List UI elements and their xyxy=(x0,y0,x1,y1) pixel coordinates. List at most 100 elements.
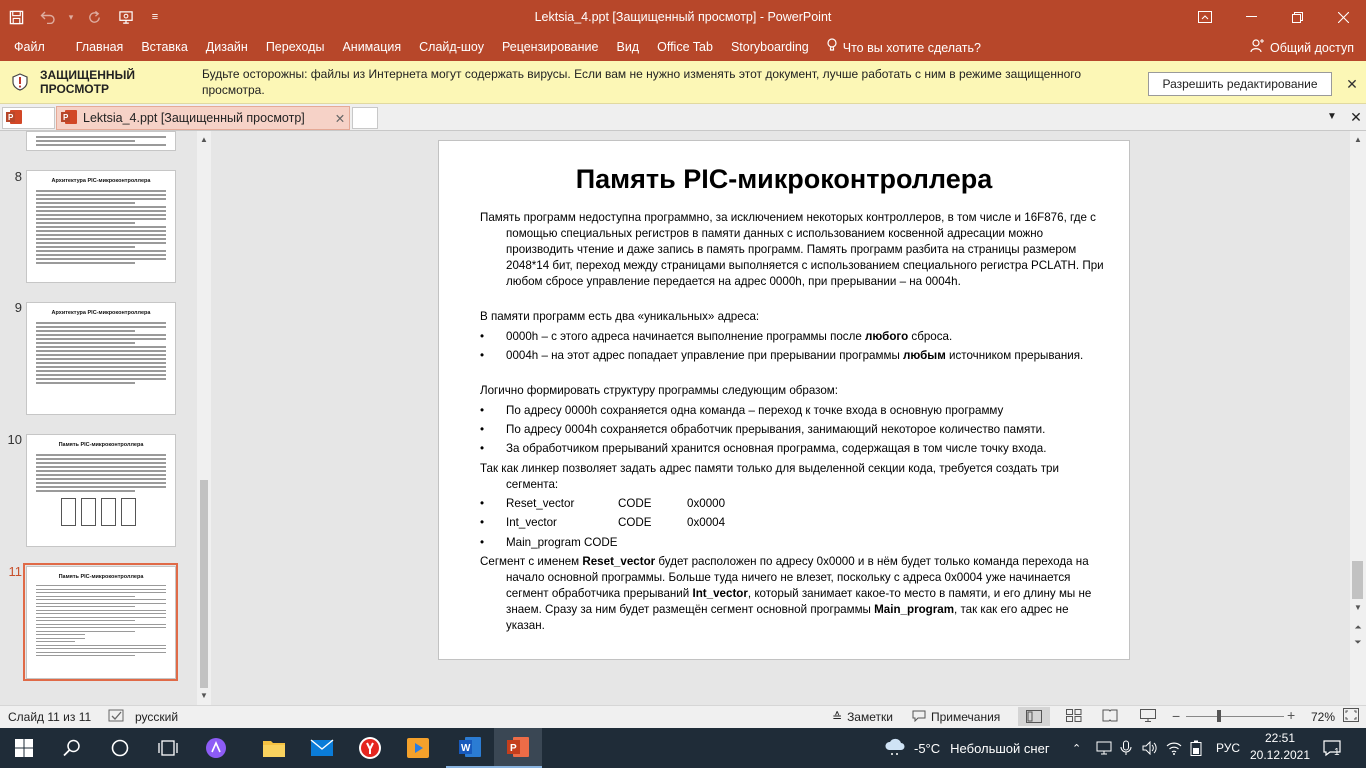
close-all-tabs-icon[interactable]: ✕ xyxy=(1346,107,1366,127)
tab-review[interactable]: Рецензирование xyxy=(493,34,608,61)
previous-slide-icon[interactable]: ⏶ xyxy=(1350,622,1366,633)
reading-view-icon[interactable] xyxy=(1102,709,1118,725)
tab-transitions[interactable]: Переходы xyxy=(257,34,334,61)
zoom-slider-track[interactable] xyxy=(1186,716,1284,717)
next-slide-icon[interactable]: ⏷ xyxy=(1350,637,1366,648)
tab-home[interactable]: Главная xyxy=(67,34,133,61)
tab-insert[interactable]: Вставка xyxy=(132,34,196,61)
slide-thumbnail-7[interactable] xyxy=(26,131,176,151)
restore-icon[interactable] xyxy=(1274,0,1320,34)
spellcheck-icon[interactable] xyxy=(108,708,126,727)
volume-icon[interactable] xyxy=(1142,728,1158,768)
thumbnail-scroll-thumb[interactable] xyxy=(200,480,208,688)
slide-scrollbar[interactable] xyxy=(1350,131,1366,705)
slide-segment-1: • Reset_vector CODE 0x0000 xyxy=(480,497,726,510)
yandex-browser-icon[interactable] xyxy=(346,728,394,768)
wifi-icon[interactable] xyxy=(1166,728,1182,768)
svg-text:P: P xyxy=(510,743,517,754)
tab-view[interactable]: Вид xyxy=(607,34,648,61)
task-view-icon[interactable] xyxy=(144,728,192,768)
clock-time: 22:51 xyxy=(1264,731,1296,745)
notification-count: 1 xyxy=(1334,746,1340,758)
doc-tab-active[interactable]: P Lektsia_4.ppt [Защищенный просмотр] ✕ xyxy=(56,106,350,130)
powerpoint-file-icon: P xyxy=(6,109,22,127)
display-icon[interactable] xyxy=(1096,728,1112,768)
clock-date: 20.12.2021 xyxy=(1249,748,1311,762)
thumbnail-title: Архитектура PIC-микроконтроллера xyxy=(51,310,151,316)
slide-title[interactable]: Память PIC-микроконтроллера xyxy=(439,164,1129,195)
customize-toolbar-icon[interactable]: ≡ xyxy=(142,0,168,34)
tab-design[interactable]: Дизайн xyxy=(197,34,257,61)
slide-scroll-thumb[interactable] xyxy=(1352,561,1363,599)
mail-icon[interactable] xyxy=(298,728,346,768)
zoom-level[interactable]: 72% xyxy=(1311,710,1335,724)
comment-icon xyxy=(912,710,926,725)
zoom-out-button[interactable]: − xyxy=(1172,708,1180,724)
close-tab-icon[interactable]: ✕ xyxy=(331,111,349,126)
ribbon-display-options-icon[interactable] xyxy=(1182,0,1228,34)
minimize-icon[interactable] xyxy=(1228,0,1274,34)
presentation-icon[interactable] xyxy=(110,0,142,34)
alice-assistant-icon[interactable] xyxy=(192,728,240,768)
undo-dropdown-icon[interactable]: ▾ xyxy=(64,0,78,34)
weather-widget[interactable]: -5°C Небольшой снег xyxy=(884,728,1050,768)
slide-thumbnail-8[interactable]: Архитектура PIC-микроконтроллера xyxy=(26,170,176,283)
fit-to-window-icon[interactable] xyxy=(1343,708,1359,725)
tab-office-tab[interactable]: Office Tab xyxy=(648,34,722,61)
keyboard-language[interactable]: РУС xyxy=(1216,728,1240,768)
word-icon[interactable]: W xyxy=(446,728,494,768)
slideshow-icon[interactable] xyxy=(1140,709,1156,725)
tab-slideshow[interactable]: Слайд-шоу xyxy=(410,34,493,61)
notes-button[interactable]: ≙ Заметки xyxy=(832,710,893,724)
tab-file[interactable]: Файл xyxy=(0,34,67,61)
scroll-down-icon[interactable]: ▼ xyxy=(197,691,211,700)
notes-icon: ≙ xyxy=(832,710,843,724)
tab-animations[interactable]: Анимация xyxy=(333,34,410,61)
close-window-icon[interactable] xyxy=(1320,0,1366,34)
shield-icon xyxy=(10,72,30,92)
doc-tab-blank[interactable]: P xyxy=(2,107,55,129)
share-button[interactable]: Общий доступ xyxy=(1250,34,1354,61)
search-icon[interactable] xyxy=(48,728,96,768)
undo-icon[interactable] xyxy=(32,0,64,34)
powerpoint-taskbar-icon[interactable]: P xyxy=(494,728,542,768)
slide-thumbnail-10[interactable]: Память PIC-микроконтроллера xyxy=(26,434,176,547)
person-icon xyxy=(1250,39,1265,56)
scroll-down-icon[interactable]: ▼ xyxy=(1350,603,1366,612)
tab-storyboarding[interactable]: Storyboarding xyxy=(722,34,818,61)
cortana-icon[interactable] xyxy=(96,728,144,768)
new-tab-button[interactable] xyxy=(352,107,378,129)
normal-view-button[interactable] xyxy=(1018,707,1050,726)
enable-editing-button[interactable]: Разрешить редактирование xyxy=(1148,72,1332,96)
tab-list-dropdown-icon[interactable]: ▼ xyxy=(1322,107,1342,127)
slide-thumbnail-9[interactable]: Архитектура PIC-микроконтроллера xyxy=(26,302,176,415)
zoom-slider-handle[interactable] xyxy=(1217,710,1221,722)
comments-button[interactable]: Примечания xyxy=(912,710,1000,725)
notification-center-icon[interactable]: 1 xyxy=(1322,728,1348,768)
file-explorer-icon[interactable] xyxy=(250,728,298,768)
slide-sorter-icon[interactable] xyxy=(1066,709,1082,725)
redo-icon[interactable] xyxy=(78,0,110,34)
battery-icon[interactable] xyxy=(1190,728,1202,768)
thumbnail-number: 8 xyxy=(14,169,22,184)
clock[interactable]: 22:51 20.12.2021 xyxy=(1248,730,1312,764)
language-indicator[interactable]: русский xyxy=(135,710,178,724)
slide-paragraph-5: Сегмент с именем Reset_vector будет расп… xyxy=(480,555,1092,632)
scroll-up-icon[interactable]: ▲ xyxy=(197,135,211,144)
slide-bullet-5: • За обработчиком прерываний хранится осн… xyxy=(480,442,1047,455)
scroll-up-icon[interactable]: ▲ xyxy=(1350,135,1366,144)
media-player-icon[interactable] xyxy=(394,728,442,768)
share-label: Общий доступ xyxy=(1270,40,1354,55)
start-button[interactable] xyxy=(0,728,48,768)
weather-description: Небольшой снег xyxy=(950,740,1050,756)
slide-canvas[interactable]: Память PIC-микроконтроллера Память прогр… xyxy=(438,140,1130,660)
show-hidden-icons[interactable]: ⌃ xyxy=(1072,728,1081,768)
zoom-in-button[interactable]: + xyxy=(1287,707,1295,723)
thumbnail-title: Память PIC-микроконтроллера xyxy=(58,442,144,448)
close-bar-icon[interactable]: ✕ xyxy=(1342,72,1362,96)
tell-me-search[interactable]: Что вы хотите сделать? xyxy=(818,34,990,61)
microphone-icon[interactable] xyxy=(1120,728,1132,768)
thumbnail-title: Архитектура PIC-микроконтроллера xyxy=(51,178,151,184)
svg-text:W: W xyxy=(461,743,471,754)
save-icon[interactable] xyxy=(0,0,32,34)
